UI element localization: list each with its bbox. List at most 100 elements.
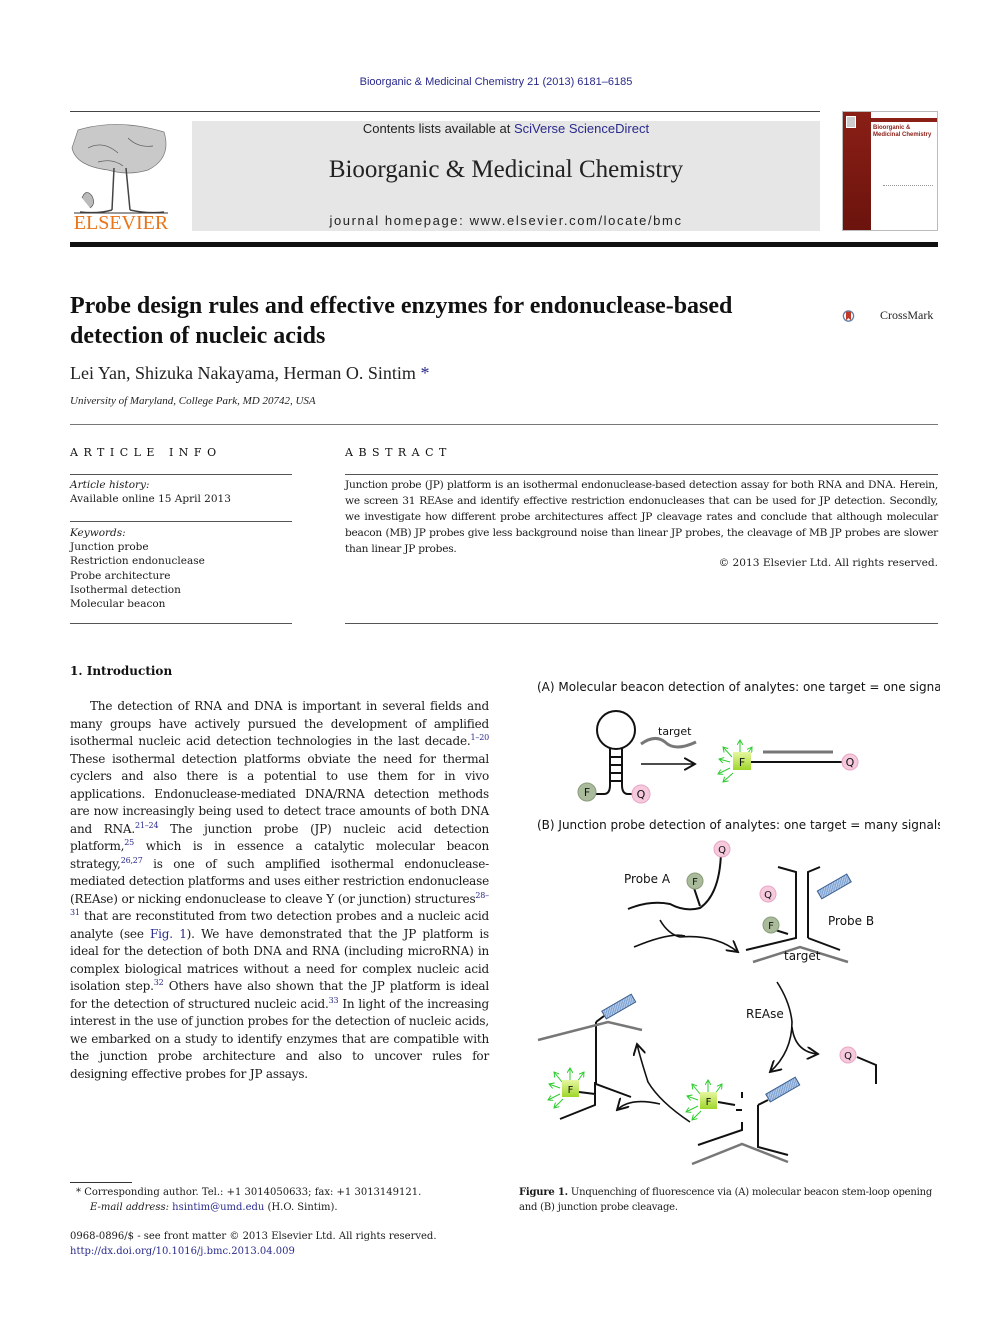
crossmark-icon: [842, 310, 855, 322]
journal-title: Bioorganic & Medicinal Chemistry: [328, 156, 684, 183]
cover-logo-icon: [846, 116, 856, 128]
figure-caption: Figure 1. Unquenching of fluorescence vi…: [519, 1186, 939, 1215]
footnote-email: E-mail address: hsintim@umd.edu (H.O. Si…: [76, 1201, 496, 1216]
svg-text:Q: Q: [844, 1051, 852, 1062]
crossmark-button[interactable]: [842, 298, 878, 334]
front-matter: 0968-0896/$ - see front matter © 2013 El…: [70, 1230, 490, 1259]
recycled-target-complex: [595, 1015, 632, 1098]
released-fluorophore-fragment: F: [548, 1068, 596, 1120]
journal-citation[interactable]: Bioorganic & Medicinal Chemistry 21 (201…: [0, 76, 992, 88]
corresponding-footnote: * Corresponding author. Tel.: +1 3014050…: [76, 1186, 496, 1215]
target-strand: [537, 1020, 643, 1042]
header-rule: [70, 111, 820, 112]
email-label: E-mail address:: [90, 1201, 173, 1213]
svg-text:F: F: [768, 921, 774, 932]
divider: [345, 623, 938, 624]
authors: Lei Yan, Shizuka Nakayama, Herman O. Sin…: [70, 363, 416, 383]
abstract-copyright: © 2013 Elsevier Ltd. All rights reserved…: [718, 557, 938, 569]
crossmark-label[interactable]: CrossMark: [880, 308, 933, 323]
svg-text:F: F: [706, 1097, 712, 1108]
reference-link[interactable]: 25: [124, 838, 134, 847]
introduction-body: The detection of RNA and DNA is importan…: [70, 698, 489, 1083]
reference-link[interactable]: 1–20: [471, 733, 490, 742]
label-target: target: [784, 949, 821, 963]
homepage-prefix: journal homepage:: [329, 213, 470, 228]
figure-link[interactable]: Fig. 1: [150, 927, 187, 941]
cover-molecule-art: [883, 170, 933, 186]
arrow-icon: [617, 1102, 661, 1110]
journal-homepage: journal homepage: www.elsevier.com/locat…: [192, 213, 820, 228]
reference-link[interactable]: 26,27: [121, 856, 143, 865]
author-list: Lei Yan, Shizuka Nakayama, Herman O. Sin…: [70, 363, 429, 384]
history-label: Article history:: [70, 479, 150, 491]
divider: [345, 474, 938, 475]
target-strand: [640, 737, 697, 749]
label-target: target: [658, 725, 692, 738]
arrow-icon: [770, 981, 793, 1072]
abstract-heading: ABSTRACT: [345, 446, 452, 459]
svg-text:F: F: [692, 877, 698, 888]
divider: [70, 623, 292, 624]
homepage-link[interactable]: www.elsevier.com/locate/bmc: [470, 213, 683, 228]
arrow-icon: [637, 1044, 691, 1123]
quencher-bead-icon: Q: [631, 784, 651, 804]
keywords-label: Keywords:: [70, 527, 126, 539]
reference-link[interactable]: 21–24: [135, 821, 159, 830]
label-probe-a: Probe A: [624, 872, 671, 886]
probe-tag-icon: [601, 993, 637, 1020]
keyword: Probe architecture: [70, 569, 171, 582]
article-title: Probe design rules and effective enzymes…: [70, 293, 733, 349]
footnote-rule: [70, 1182, 132, 1183]
email-suffix: (H.O. Sintim).: [264, 1201, 338, 1213]
footnote-contact: * Corresponding author. Tel.: +1 3014050…: [76, 1187, 422, 1198]
affiliation: University of Maryland, College Park, MD…: [70, 395, 316, 407]
svg-text:F: F: [739, 756, 745, 769]
label-probe-b: Probe B: [828, 914, 874, 928]
divider: [70, 474, 292, 475]
panel-b-title: (B) Junction probe detection of analytes…: [537, 818, 940, 832]
quencher-bead-icon: Q: [759, 885, 777, 903]
quencher-bead-icon: Q: [841, 753, 859, 771]
fluorophore-bead-icon: F: [686, 872, 704, 890]
svg-text:Q: Q: [718, 845, 726, 856]
cleaved-quencher-fragment: Q: [839, 1046, 877, 1084]
article-info-heading: ARTICLE INFO: [70, 446, 222, 459]
body-text: The detection of RNA and DNA is importan…: [70, 699, 489, 748]
panel-a-title: (A) Molecular beacon detection of analyt…: [537, 680, 940, 694]
keywords-block: Keywords: Junction probe Restriction end…: [70, 526, 292, 611]
section-heading-introduction: 1. Introduction: [70, 664, 173, 678]
keyword: Restriction endonuclease: [70, 555, 205, 568]
cover-bar: [871, 118, 937, 122]
caption-text: Unquenching of fluorescence via (A) mole…: [519, 1187, 933, 1213]
quencher-bead-icon: Q: [713, 840, 731, 858]
keyword: Molecular beacon: [70, 598, 166, 611]
doi-link[interactable]: http://dx.doi.org/10.1016/j.bmc.2013.04.…: [70, 1245, 490, 1260]
caption-label: Figure 1.: [519, 1187, 568, 1198]
email-link[interactable]: hsintim@umd.edu: [172, 1202, 264, 1213]
sciencedirect-link[interactable]: SciVerse ScienceDirect: [514, 121, 649, 136]
divider: [70, 424, 938, 425]
svg-text:F: F: [568, 1085, 574, 1096]
contents-line: Contents lists available at SciVerse Sci…: [192, 121, 820, 136]
fluorophore-bead-icon: F: [577, 782, 597, 802]
publisher-name: ELSEVIER: [73, 212, 169, 234]
molecular-beacon-hairpin: [594, 710, 636, 795]
reference-link[interactable]: 33: [329, 996, 339, 1005]
keyword: Junction probe: [70, 541, 149, 554]
introduction-paragraph: The detection of RNA and DNA is importan…: [70, 698, 489, 1083]
header-thick-rule: [70, 242, 938, 247]
tree-icon: [71, 124, 168, 214]
corresponding-author-link[interactable]: *: [420, 363, 429, 383]
contents-prefix: Contents lists available at: [362, 121, 514, 136]
divider: [70, 521, 292, 522]
svg-text:Q: Q: [637, 788, 646, 801]
keyword: Isothermal detection: [70, 583, 181, 596]
journal-cover-thumbnail[interactable]: Bioorganic & Medicinal Chemistry: [842, 111, 938, 231]
target-strand: [691, 1142, 789, 1166]
arrow-icon: [791, 1026, 818, 1054]
reference-link[interactable]: 32: [154, 978, 164, 987]
figure-1: (A) Molecular beacon detection of analyt…: [537, 680, 940, 1166]
probe-tag-icon: [765, 1076, 801, 1103]
abstract-text: Junction probe (JP) platform is an isoth…: [345, 479, 938, 555]
fluorophore-bead-icon: F: [762, 916, 780, 934]
